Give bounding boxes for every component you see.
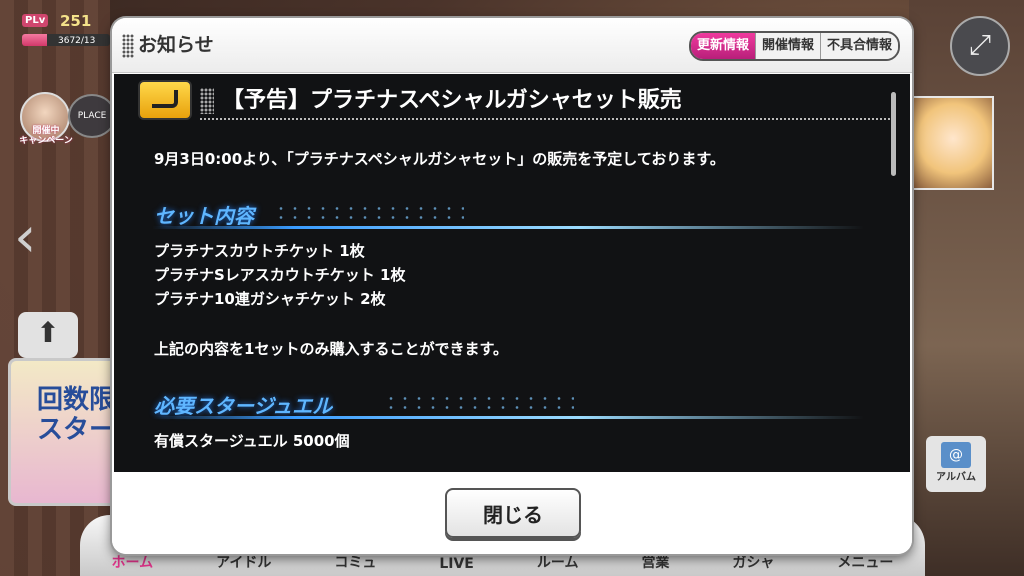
dialog-footer: 閉じる	[112, 474, 912, 554]
campaign-label: 開催中 キャンペーン	[19, 126, 73, 146]
album-button[interactable]: @ アルバム	[926, 436, 986, 492]
arrow-up-icon[interactable]: ⬆	[18, 312, 78, 358]
notice-category-icon	[138, 80, 192, 120]
set-item: プラチナスカウトチケット 1枚	[154, 242, 365, 260]
exp-bar-fill	[22, 34, 47, 46]
nav-work[interactable]: 営業	[641, 552, 669, 572]
section-heading-contents: セット内容	[154, 204, 254, 228]
exp-value: 3672/13	[58, 36, 96, 46]
promo-banner-text: 回数限 スター	[37, 385, 116, 445]
producer-level: 251	[60, 12, 92, 30]
news-title-wrap: 【予告】プラチナスペシャルガシャセット販売	[200, 82, 682, 114]
notice-tabs: 更新情報 開催情報 不具合情報	[688, 31, 900, 61]
nav-commu[interactable]: コミュ	[334, 552, 376, 572]
section-divider	[152, 226, 864, 229]
set-item: プラチナSレアスカウトチケット 1枚	[154, 266, 406, 284]
tab-bugs[interactable]: 不具合情報	[819, 33, 898, 59]
purchase-note: 上記の内容を1セットのみ購入することができます。	[154, 340, 508, 358]
required-jewels: 有償スタージュエル 5000個	[154, 432, 350, 450]
expand-icon[interactable]: ⤢	[950, 16, 1010, 76]
title-divider	[200, 118, 890, 120]
idol-portrait[interactable]	[912, 96, 994, 190]
title-dots-icon	[200, 88, 214, 114]
album-label: アルバム	[936, 472, 976, 483]
place-button[interactable]: PLACE	[68, 94, 116, 138]
notice-content[interactable]: 【予告】プラチナスペシャルガシャセット販売 9月3日0:00より、「プラチナスペ…	[114, 74, 910, 472]
chevron-left-icon[interactable]: ‹	[14, 210, 36, 266]
grip-dots-icon	[122, 33, 134, 58]
nav-gacha[interactable]: ガシャ	[732, 552, 774, 572]
tab-events[interactable]: 開催情報	[754, 33, 820, 59]
nav-idol[interactable]: アイドル	[216, 552, 271, 572]
album-icon: @	[941, 442, 971, 468]
intro-text: 9月3日0:00より、「プラチナスペシャルガシャセット」の販売を予定しております…	[154, 150, 725, 168]
nav-room[interactable]: ルーム	[537, 552, 579, 572]
section-heading-jewels: 必要スタージュエル	[154, 394, 333, 418]
close-button[interactable]: 閉じる	[445, 488, 581, 538]
dialog-header: お知らせ 更新情報 開催情報 不具合情報	[112, 18, 912, 73]
dialog-title-wrap: お知らせ	[122, 30, 214, 58]
scrollbar[interactable]	[891, 92, 896, 176]
dialog-title: お知らせ	[138, 34, 214, 56]
nav-home[interactable]: ホーム	[111, 552, 153, 572]
producer-level-status: PLv 251 3672/13	[22, 12, 112, 54]
section-divider	[152, 416, 864, 419]
sparkle-decoration	[274, 204, 464, 222]
tab-updates[interactable]: 更新情報	[690, 33, 755, 59]
nav-menu[interactable]: メニュー	[837, 552, 893, 572]
nav-live[interactable]: LIVE	[439, 556, 474, 572]
set-item: プラチナ10連ガシャチケット 2枚	[154, 290, 386, 308]
promo-banner[interactable]: 回数限 スター	[8, 358, 124, 506]
notice-dialog: お知らせ 更新情報 開催情報 不具合情報 【予告】プラチナスペシャルガシャセット…	[112, 18, 912, 554]
sparkle-decoration	[384, 394, 574, 412]
news-title: 【予告】プラチナスペシャルガシャセット販売	[222, 88, 682, 113]
plv-badge: PLv	[22, 14, 49, 27]
